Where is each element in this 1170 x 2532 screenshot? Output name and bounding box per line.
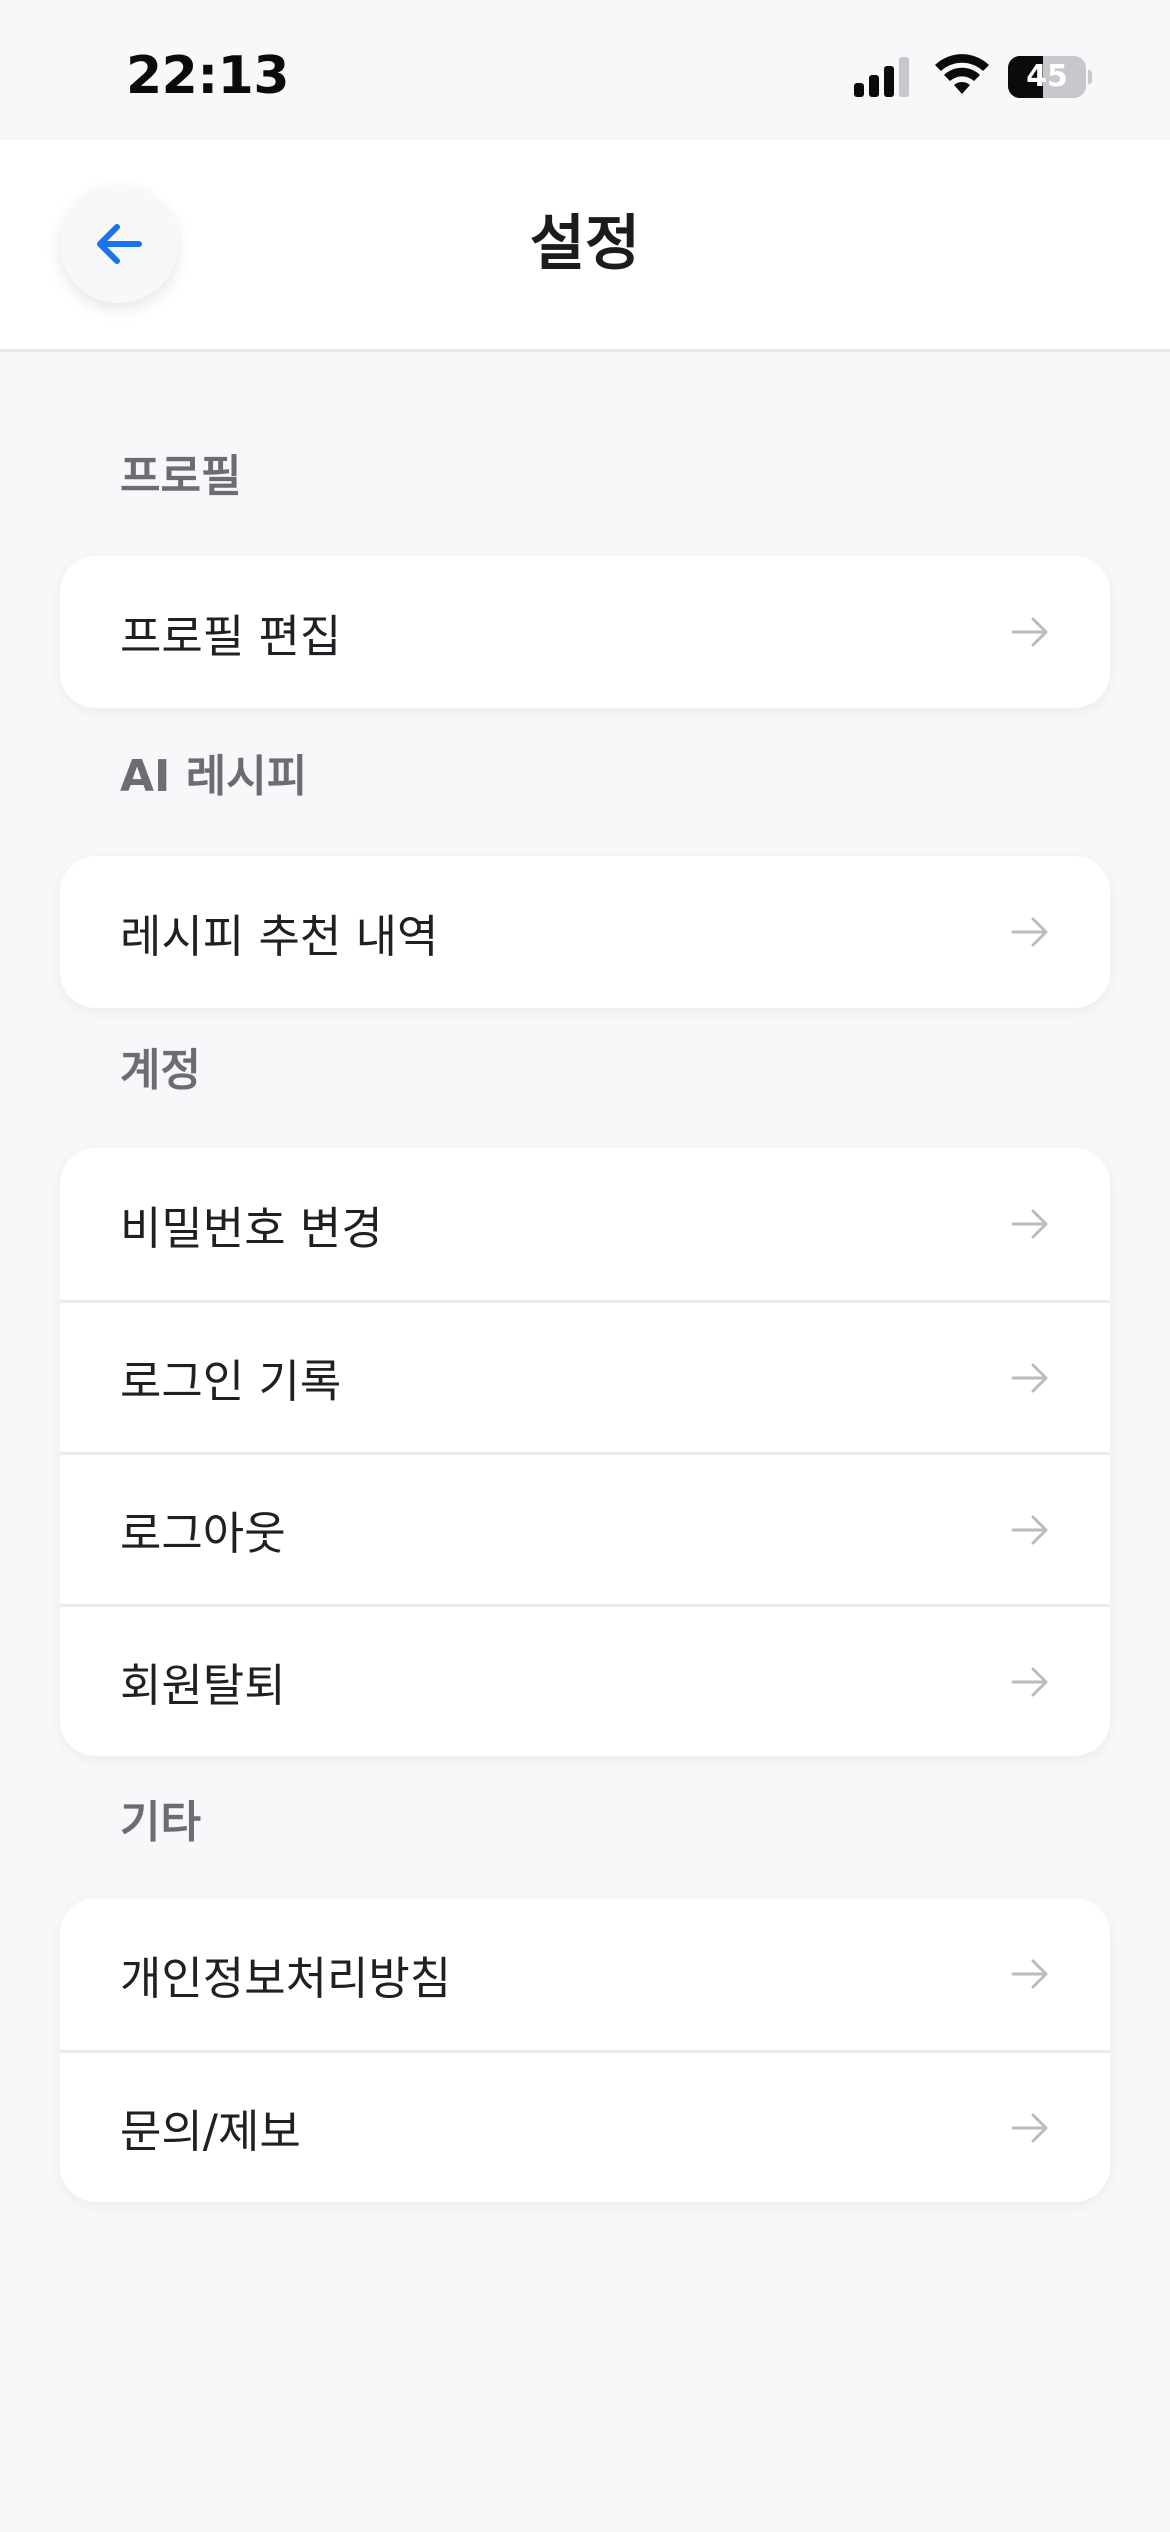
battery-icon: 45: [1008, 56, 1092, 98]
arrow-right-icon: [1011, 1515, 1048, 1544]
arrow-right-icon: [1011, 617, 1048, 647]
arrow-left-icon: [97, 224, 142, 264]
settings-item-logout[interactable]: 로그아웃: [60, 1452, 1110, 1604]
status-time: 22:13: [126, 46, 290, 106]
settings-screen: 22:13 45 설정 프로필 프로필 편집 AI 레시피 레시피 추천 내역 …: [0, 0, 1170, 2532]
settings-item-label: 회원탈퇴: [120, 1659, 286, 1712]
card-profile: 프로필 편집: [60, 556, 1110, 708]
arrow-right-icon: [1011, 1363, 1048, 1392]
back-button[interactable]: [60, 185, 178, 303]
settings-item-recipe-history[interactable]: 레시피 추천 내역: [60, 856, 1110, 1008]
section-label-profile: 프로필: [120, 451, 242, 502]
card-ai-recipe: 레시피 추천 내역: [60, 856, 1110, 1008]
settings-item-label: 개인정보처리방침: [120, 1951, 452, 2005]
settings-item-label: 프로필 편집: [120, 609, 342, 663]
signal-icon: [854, 57, 909, 97]
arrow-right-icon: [1011, 1209, 1048, 1239]
settings-item-label: 문의/제보: [120, 2105, 301, 2158]
settings-item-label: 로그인 기록: [120, 1355, 342, 1408]
settings-item-withdraw[interactable]: 회원탈퇴: [60, 1604, 1110, 1756]
settings-item-contact[interactable]: 문의/제보: [60, 2050, 1110, 2202]
section-label-account: 계정: [120, 1045, 201, 1096]
card-account: 비밀번호 변경 로그인 기록 로그아웃 회원탈퇴: [60, 1148, 1110, 1756]
settings-item-label: 비밀번호 변경: [120, 1201, 383, 1255]
settings-item-edit-profile[interactable]: 프로필 편집: [60, 556, 1110, 708]
battery-cap: [1088, 70, 1092, 84]
arrow-right-icon: [1011, 1667, 1048, 1696]
status-bar: 22:13 45: [0, 0, 1170, 140]
settings-item-change-password[interactable]: 비밀번호 변경: [60, 1148, 1110, 1300]
settings-item-privacy-policy[interactable]: 개인정보처리방침: [60, 1898, 1110, 2050]
wifi-icon: [935, 54, 989, 94]
arrow-right-icon: [1011, 917, 1048, 947]
arrow-right-icon: [1011, 1959, 1048, 1989]
section-label-ai-recipe: AI 레시피: [120, 751, 308, 802]
settings-item-label: 레시피 추천 내역: [120, 909, 439, 963]
settings-item-label: 로그아웃: [120, 1507, 286, 1560]
card-etc: 개인정보처리방침 문의/제보: [60, 1898, 1110, 2202]
arrow-right-icon: [1011, 2113, 1048, 2142]
settings-item-login-history[interactable]: 로그인 기록: [60, 1300, 1110, 1452]
battery-body: 45: [1008, 56, 1086, 98]
battery-percent: 45: [1026, 59, 1068, 94]
section-label-etc: 기타: [120, 1797, 201, 1848]
header: 설정: [0, 140, 1170, 352]
